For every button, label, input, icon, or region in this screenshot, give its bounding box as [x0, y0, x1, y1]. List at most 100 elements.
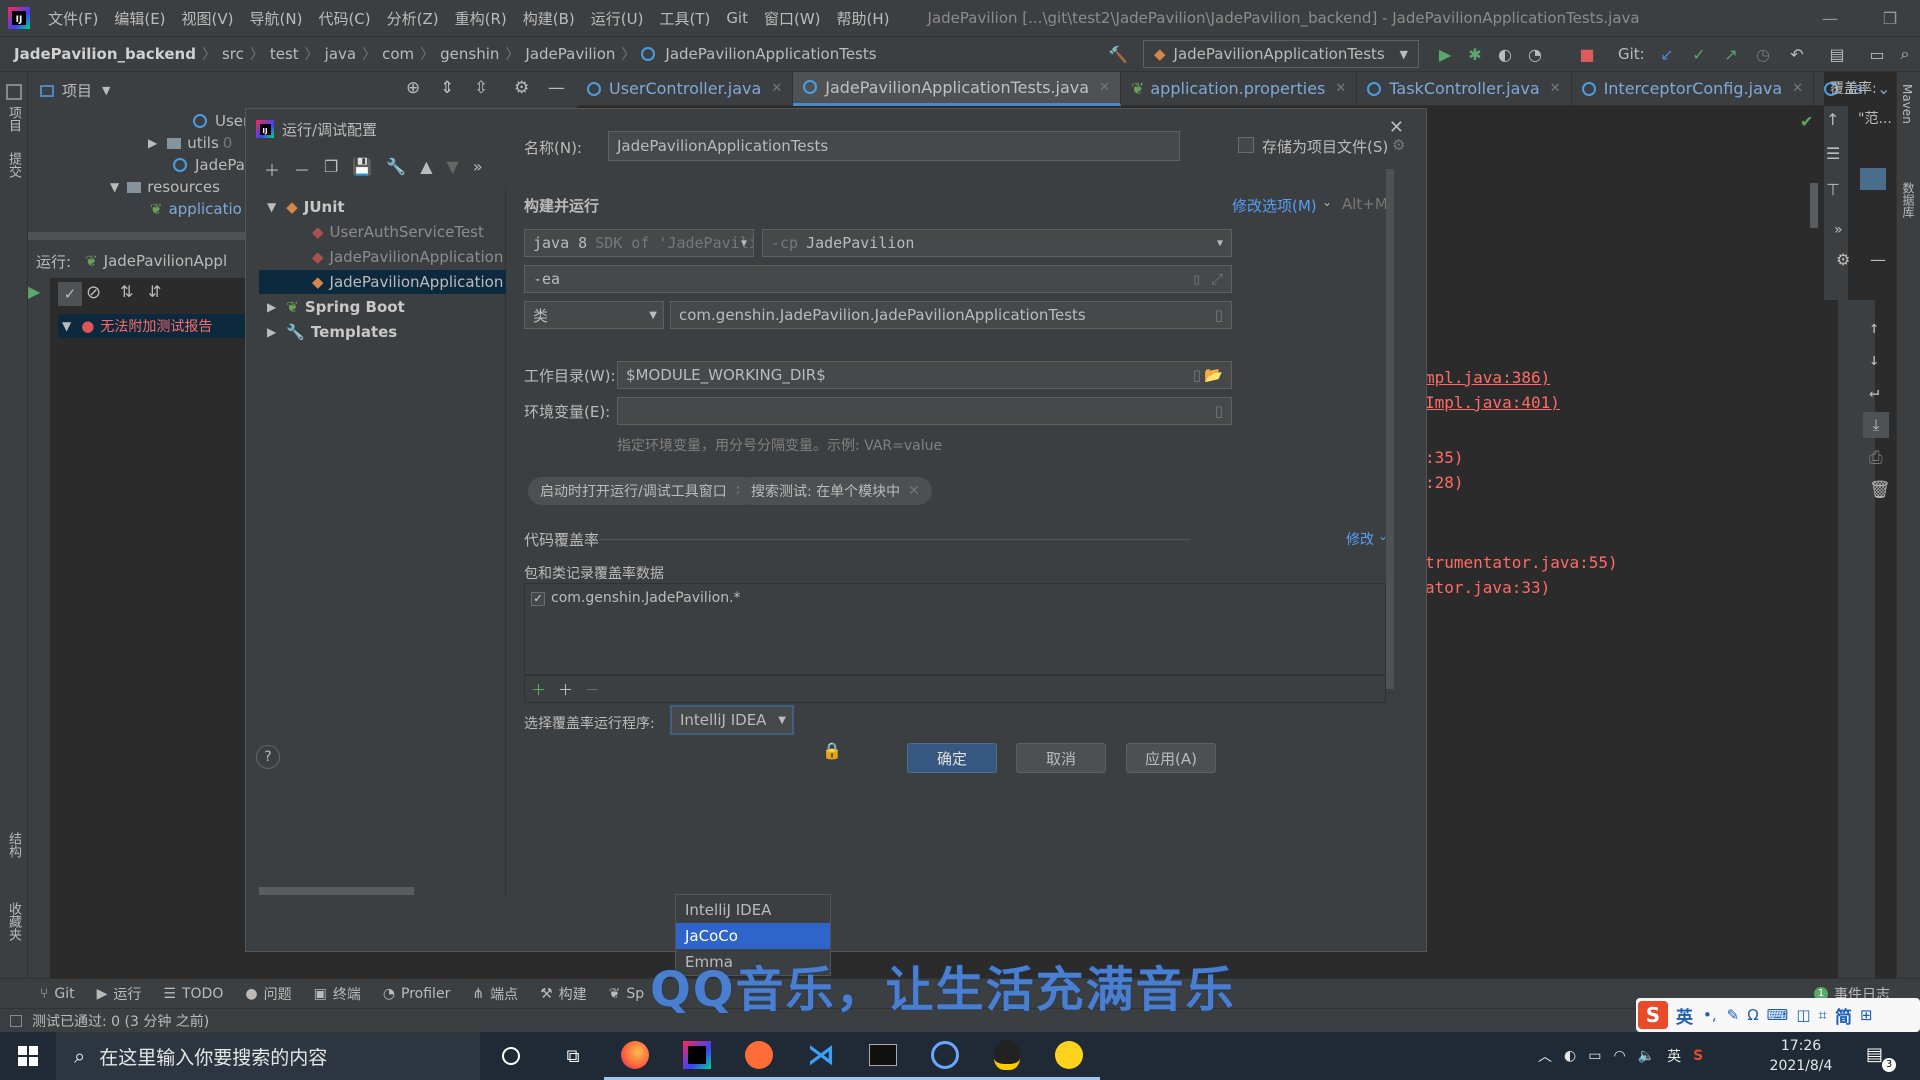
breadcrumb-genshin[interactable]: genshin [434, 45, 505, 63]
coverage-item[interactable]: "范... [1858, 108, 1892, 128]
menu-edit[interactable]: 编辑(E) [106, 8, 173, 29]
project-tool-icon[interactable] [6, 84, 22, 100]
remove-icon[interactable]: － [294, 157, 310, 181]
locate-icon[interactable]: ⊕ [406, 78, 420, 98]
menu-window[interactable]: 窗口(W) [756, 8, 829, 29]
close-icon[interactable]: ✕ [908, 483, 920, 499]
menu-code[interactable]: 代码(C) [310, 8, 378, 29]
tree-item-user[interactable]: User [193, 112, 249, 130]
tab-task-controller[interactable]: TaskController.java ✕ [1357, 71, 1572, 106]
window-icon[interactable]: ▭ [1866, 43, 1888, 65]
workdir-input[interactable]: $MODULE_WORKING_DIR$ ▯ 📂 [617, 361, 1232, 389]
tree-item-resources[interactable]: ▼ resources [110, 178, 220, 196]
profiler-icon[interactable]: ◔ [1524, 43, 1546, 65]
run-config-tab[interactable]: JadePavilionAppl [104, 252, 227, 270]
git-update-icon[interactable]: ↙ [1656, 43, 1678, 65]
maven-tool-label[interactable]: Maven [1900, 84, 1914, 124]
menu-view[interactable]: 视图(V) [174, 8, 242, 29]
vscode-icon[interactable]: ⋊ [790, 1032, 852, 1080]
console-line[interactable]: Impl.java:401) [1425, 393, 1560, 412]
console-line[interactable]: mpl.java:386) [1425, 368, 1550, 387]
tree-item-application[interactable]: ❦ applicatio [150, 200, 242, 218]
tool-terminal[interactable]: ▣ 终端 [314, 984, 361, 1004]
tree-test-app-2[interactable]: ◆ JadePavilionApplication [259, 270, 506, 294]
postman-icon[interactable] [728, 1032, 790, 1080]
rerun-icon[interactable]: ▶ [28, 282, 40, 301]
cortana-icon[interactable] [480, 1032, 542, 1080]
expand-all-icon[interactable]: ⇕ [440, 78, 454, 98]
history-icon[interactable]: ◷ [1752, 43, 1774, 65]
filter-icon[interactable]: ⊤ [1826, 180, 1840, 199]
intellij-taskbar-icon[interactable] [666, 1032, 728, 1080]
down-arrow-icon[interactable]: ↓ [1869, 350, 1879, 370]
menu-run[interactable]: 运行(U) [583, 8, 652, 29]
expand-icon[interactable]: ⤢ [1211, 270, 1223, 288]
chevron-up-icon[interactable]: ︿ [1538, 1046, 1552, 1066]
wrench-icon[interactable]: 🔧 [386, 157, 406, 181]
tree-item-utils[interactable]: ▶ utils 0 [148, 134, 232, 152]
cancel-button[interactable]: 取消 [1016, 743, 1106, 773]
more-icon[interactable]: » [1834, 222, 1843, 238]
restore-icon[interactable]: ❐ [1860, 0, 1920, 36]
up-arrow-icon[interactable]: ↑ [1826, 110, 1839, 129]
battery-icon[interactable]: ▭ [1588, 1048, 1601, 1064]
document-icon[interactable]: ▯ [1215, 306, 1223, 324]
test-kind-select[interactable]: 类 ▼ [524, 301, 664, 329]
move-up-icon[interactable]: ▲ [420, 157, 432, 181]
apply-button[interactable]: 应用(A) [1126, 743, 1216, 773]
vm-options-input[interactable]: -ea ▯ ⤢ [524, 265, 1232, 293]
breadcrumb-src[interactable]: src [216, 45, 250, 63]
tab-interceptor-config[interactable]: InterceptorConfig.java ✕ [1572, 71, 1815, 106]
copy-icon[interactable]: ❐ [324, 157, 338, 181]
runner-select[interactable]: IntelliJ IDEA ▼ [670, 705, 794, 735]
class-input[interactable]: com.genshin.JadePavilion.JadePavilionApp… [670, 301, 1232, 329]
help-button[interactable]: ? [256, 745, 280, 769]
show-passed-icon[interactable]: ✓ [58, 282, 82, 306]
ok-button[interactable]: 确定 [907, 743, 997, 773]
classpath-select[interactable]: -cp JadePavilion ▼ [762, 229, 1232, 257]
trash-icon[interactable]: 🗑 [1869, 480, 1891, 500]
tab-application-properties[interactable]: ❦ application.properties ✕ [1121, 71, 1358, 106]
coverage-icon[interactable]: ◐ [1494, 43, 1516, 65]
grid-icon[interactable]: ⊞ [1860, 1006, 1873, 1024]
run-config-selector[interactable]: ◆ JadePavilionApplicationTests ▼ [1143, 40, 1419, 68]
tool-todo[interactable]: ☰ TODO [163, 986, 223, 1002]
tree-item-jadepa[interactable]: JadePa [173, 156, 245, 174]
document-icon[interactable]: ▯ [1193, 366, 1201, 384]
sogou-logo-icon[interactable]: S [1638, 1001, 1668, 1029]
save-icon[interactable]: 💾 [352, 157, 372, 181]
document-icon[interactable]: ▯ [1192, 270, 1201, 288]
coverage-modify-link[interactable]: 修改 [1346, 529, 1374, 549]
tree-test-app-1[interactable]: ◆ JadePavilionApplication [259, 245, 506, 269]
soft-wrap-icon[interactable]: ↵ [1869, 382, 1879, 402]
network-icon[interactable]: ◠ [1613, 1048, 1625, 1064]
pen-icon[interactable]: ✎ [1727, 1006, 1740, 1024]
tool-run[interactable]: ▶ 运行 [97, 984, 142, 1004]
minimize-icon[interactable]: — [1800, 0, 1860, 36]
store-as-file-label[interactable]: 存储为项目文件(S) [1262, 136, 1388, 157]
volume-icon[interactable]: 🔈 [1638, 1048, 1655, 1064]
move-down-icon[interactable]: ▼ [447, 157, 459, 181]
hide-icon[interactable]: — [548, 78, 565, 98]
add-package-icon[interactable]: ＋ [558, 679, 573, 700]
pattern-item[interactable]: com.genshin.JadePavilion.* [551, 590, 741, 606]
tool-spring[interactable]: ❦ Sp [609, 986, 645, 1002]
jdk-select[interactable]: java 8 SDK of 'JadePavilion ▼ [524, 229, 754, 257]
tab-user-controller[interactable]: UserController.java ✕ [577, 71, 794, 106]
taskbar-search-box[interactable]: ⌕ 在这里输入你要搜索的内容 [56, 1032, 480, 1080]
remove-icon[interactable]: － [585, 679, 600, 700]
status-toggle-icon[interactable] [10, 1014, 22, 1027]
commit-tool-label[interactable]: 提交 [4, 152, 23, 178]
add-class-icon[interactable]: ＋ [531, 679, 546, 700]
modify-options-link[interactable]: 修改选项(M) [1232, 195, 1317, 216]
menu-navigate[interactable]: 导航(N) [242, 8, 311, 29]
clock[interactable]: 17:26 2021/8/4 [1756, 1036, 1846, 1076]
tree-templates[interactable]: ▶ 🔧 Templates [259, 320, 506, 344]
crop-icon[interactable]: ⌗ [1819, 1006, 1827, 1024]
form-scrollbar[interactable] [1386, 169, 1394, 689]
document-icon[interactable]: ▯ [1215, 402, 1223, 420]
sogou-tray-icon[interactable]: S [1693, 1048, 1703, 1064]
breadcrumb-file[interactable]: JadePavilionApplicationTests [659, 45, 882, 63]
tree-junit[interactable]: ▼ ◆ JUnit [259, 195, 506, 219]
tool-build[interactable]: ⚒ 构建 [540, 984, 587, 1004]
